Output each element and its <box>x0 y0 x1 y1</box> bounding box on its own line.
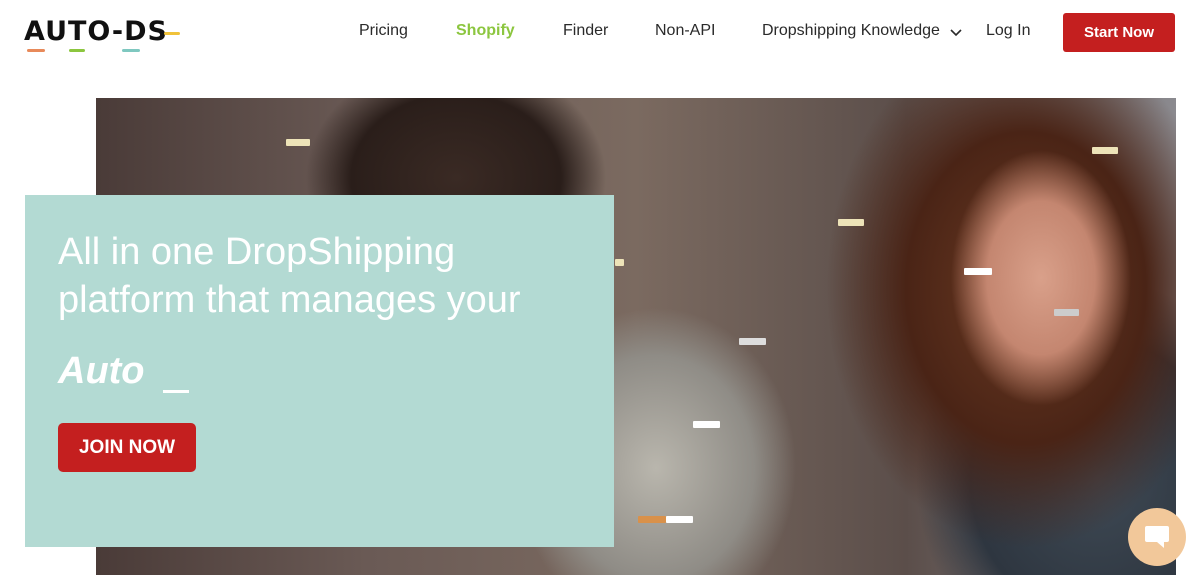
decorative-sparkle <box>1054 309 1079 316</box>
logo-accent-dash <box>122 49 140 52</box>
decorative-sparkle <box>693 421 720 428</box>
hero-text-card: All in one DropShipping platform that ma… <box>25 195 614 547</box>
typing-cursor <box>163 390 189 393</box>
nav-link-non-api[interactable]: Non-API <box>655 22 715 40</box>
decorative-sparkle <box>638 516 666 523</box>
typed-word: Auto <box>58 350 145 392</box>
nav-link-dropshipping-knowledge[interactable]: Dropshipping Knowledge <box>762 22 940 40</box>
start-now-button[interactable]: Start Now <box>1063 13 1175 52</box>
decorative-sparkle <box>739 338 766 345</box>
chat-bubble-icon <box>1145 526 1169 548</box>
nav-link-shopify[interactable]: Shopify <box>456 22 515 40</box>
logo-accent-dash <box>27 49 45 52</box>
chevron-down-icon[interactable] <box>949 28 963 38</box>
logo-accent-dash <box>164 32 180 35</box>
headline-line-2: platform that manages your <box>58 279 521 321</box>
chat-button[interactable] <box>1128 508 1186 566</box>
join-now-button[interactable]: JOIN NOW <box>58 423 196 472</box>
nav-link-finder[interactable]: Finder <box>563 22 608 40</box>
headline-line-1: All in one DropShipping <box>58 231 456 273</box>
decorative-sparkle <box>1092 147 1118 154</box>
logo-text: AUTO-DS <box>24 16 168 47</box>
site-header: AUTO-DS Pricing Shopify Finder Non-API D… <box>0 0 1200 66</box>
nav-link-login[interactable]: Log In <box>986 22 1030 40</box>
nav-link-pricing[interactable]: Pricing <box>359 22 408 40</box>
decorative-sparkle <box>615 259 624 266</box>
hero-headline: All in one DropShipping platform that ma… <box>58 228 598 324</box>
decorative-sparkle <box>838 219 864 226</box>
decorative-sparkle <box>666 516 693 523</box>
decorative-sparkle <box>286 139 310 146</box>
logo-accent-dash <box>69 49 85 52</box>
decorative-sparkle <box>964 268 992 275</box>
autods-logo[interactable]: AUTO-DS <box>24 12 184 52</box>
